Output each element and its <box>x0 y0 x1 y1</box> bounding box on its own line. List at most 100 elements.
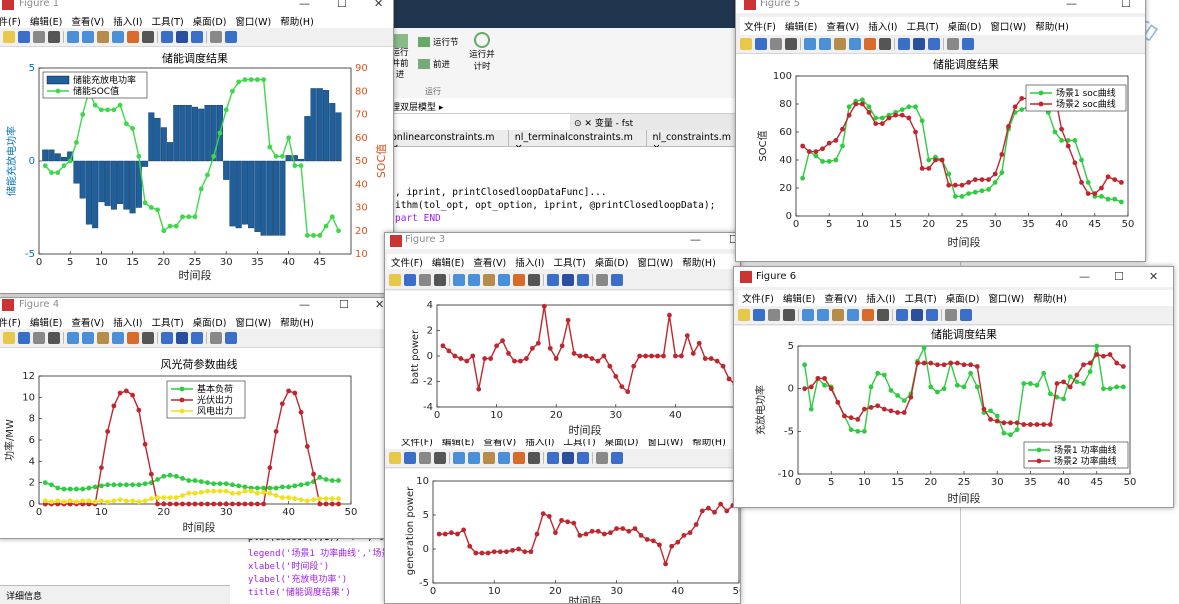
print-icon[interactable] <box>419 274 431 286</box>
menu-item[interactable]: 桌面(D) <box>193 315 227 329</box>
editor-tab[interactable]: onlinearconstraints.m ✕ <box>385 130 509 154</box>
ws-controls[interactable]: ⊙ ✕ <box>574 119 595 129</box>
hide-icon[interactable] <box>210 332 222 344</box>
menu-item[interactable]: 帮助(H) <box>682 255 716 269</box>
menu-item[interactable]: 编辑(E) <box>30 14 62 28</box>
zoom-out-icon[interactable] <box>468 274 480 286</box>
link-icon[interactable] <box>161 332 173 344</box>
maximize-button[interactable]: ☐ <box>1121 0 1131 10</box>
menu-item[interactable]: 窗口(W) <box>235 315 271 329</box>
menu-item[interactable]: 编辑(E) <box>442 439 474 448</box>
rotate-icon[interactable] <box>498 274 510 286</box>
pan-icon[interactable] <box>483 452 495 464</box>
open-icon[interactable] <box>740 38 752 50</box>
link-icon[interactable] <box>898 38 910 50</box>
dock-icon[interactable] <box>962 38 974 50</box>
save-icon[interactable] <box>404 274 416 286</box>
dock-icon[interactable] <box>960 309 972 321</box>
menu-item[interactable]: 插入(I) <box>113 315 142 329</box>
print-icon[interactable] <box>419 452 431 464</box>
menu-item[interactable]: 查看(V) <box>71 315 104 329</box>
pointer-icon[interactable] <box>783 309 795 321</box>
save-icon[interactable] <box>755 38 767 50</box>
maximize-button[interactable]: ☐ <box>339 298 349 311</box>
path-text[interactable]: 理双层模型 ▸ <box>391 103 443 113</box>
save-icon[interactable] <box>404 452 416 464</box>
brush-icon[interactable] <box>879 38 891 50</box>
menu-item[interactable]: 桌面(D) <box>193 14 227 28</box>
legend-icon[interactable] <box>926 309 938 321</box>
open-icon[interactable] <box>389 274 401 286</box>
details-panel[interactable]: 详细信息 <box>0 585 230 604</box>
data-cursor-icon[interactable] <box>127 31 139 43</box>
brush-icon[interactable] <box>528 452 540 464</box>
menu-item[interactable]: 文件(F) <box>0 14 21 28</box>
zoom-out-icon[interactable] <box>468 452 480 464</box>
close-button[interactable]: ✕ <box>375 298 384 311</box>
menu-item[interactable]: 帮助(H) <box>1033 291 1067 305</box>
zoom-out-icon[interactable] <box>819 38 831 50</box>
colorbar-icon[interactable] <box>562 274 574 286</box>
pan-icon[interactable] <box>97 332 109 344</box>
menu-item[interactable]: 工具(T) <box>563 439 595 448</box>
menu-item[interactable]: 查看(V) <box>483 439 516 448</box>
zoom-out-icon[interactable] <box>817 309 829 321</box>
menu-item[interactable]: 文件(F) <box>742 291 774 305</box>
hide-icon[interactable] <box>945 309 957 321</box>
save-icon[interactable] <box>18 332 30 344</box>
minimize-button[interactable]: — <box>1066 0 1077 10</box>
brush-icon[interactable] <box>877 309 889 321</box>
menu-item[interactable]: 查看(V) <box>826 19 859 33</box>
zoom-out-icon[interactable] <box>82 332 94 344</box>
save-icon[interactable] <box>753 309 765 321</box>
minimize-button[interactable]: — <box>1079 270 1090 283</box>
figure3-chart[interactable]: 0 10 20 30 40 -4 -2 0 2 4 时间段 batt power <box>385 291 741 439</box>
brush-icon[interactable] <box>142 31 154 43</box>
menu-item[interactable]: 窗口(W) <box>988 291 1024 305</box>
menu-item[interactable]: 工具(T) <box>151 315 183 329</box>
menu-item[interactable]: 查看(V) <box>824 291 857 305</box>
close-button[interactable]: ✕ <box>1149 270 1158 283</box>
dock-icon[interactable] <box>611 452 623 464</box>
menu-item[interactable]: 工具(T) <box>553 255 585 269</box>
print-icon[interactable] <box>768 309 780 321</box>
colorbar-icon[interactable] <box>176 31 188 43</box>
editor-tab[interactable]: nl_terminalconstraints.m ✕ <box>509 130 647 154</box>
run-and-time-button[interactable]: 运行并计时 <box>469 32 495 72</box>
menu-item[interactable]: 插入(I) <box>866 291 895 305</box>
hide-icon[interactable] <box>210 31 222 43</box>
menu-item[interactable]: 插入(I) <box>525 439 554 448</box>
pointer-icon[interactable] <box>434 274 446 286</box>
zoom-in-icon[interactable] <box>804 38 816 50</box>
legend-icon[interactable] <box>928 38 940 50</box>
link-icon[interactable] <box>161 31 173 43</box>
maximize-button[interactable]: ☐ <box>1114 270 1124 283</box>
legend-icon[interactable] <box>577 452 589 464</box>
open-icon[interactable] <box>3 332 15 344</box>
figure5-chart[interactable]: 储能调度结果 0 5 10 15 20 25 30 35 40 45 50 0 20 40 60 80 100 场景… <box>736 54 1146 262</box>
hide-icon[interactable] <box>947 38 959 50</box>
data-cursor-icon[interactable] <box>862 309 874 321</box>
menu-item[interactable]: 文件(F) <box>401 439 433 448</box>
menu-item[interactable]: 编辑(E) <box>432 255 464 269</box>
colorbar-icon[interactable] <box>562 452 574 464</box>
rotate-icon[interactable] <box>112 332 124 344</box>
menu-item[interactable]: 桌面(D) <box>595 255 629 269</box>
rotate-icon[interactable] <box>498 452 510 464</box>
open-icon[interactable] <box>389 452 401 464</box>
legend-icon[interactable] <box>191 31 203 43</box>
close-button[interactable]: ✕ <box>374 0 383 10</box>
print-icon[interactable] <box>33 31 45 43</box>
data-cursor-icon[interactable] <box>513 274 525 286</box>
save-icon[interactable] <box>18 31 30 43</box>
zoom-in-icon[interactable] <box>453 452 465 464</box>
link-icon[interactable] <box>547 452 559 464</box>
menu-item[interactable]: 插入(I) <box>515 255 544 269</box>
dock-icon[interactable] <box>225 31 237 43</box>
menu-item[interactable]: 查看(V) <box>71 14 104 28</box>
colorbar-icon[interactable] <box>176 332 188 344</box>
colorbar-icon[interactable] <box>911 309 923 321</box>
menu-item[interactable]: 编辑(E) <box>783 291 815 305</box>
open-icon[interactable] <box>738 309 750 321</box>
menu-item[interactable]: 插入(I) <box>868 19 897 33</box>
